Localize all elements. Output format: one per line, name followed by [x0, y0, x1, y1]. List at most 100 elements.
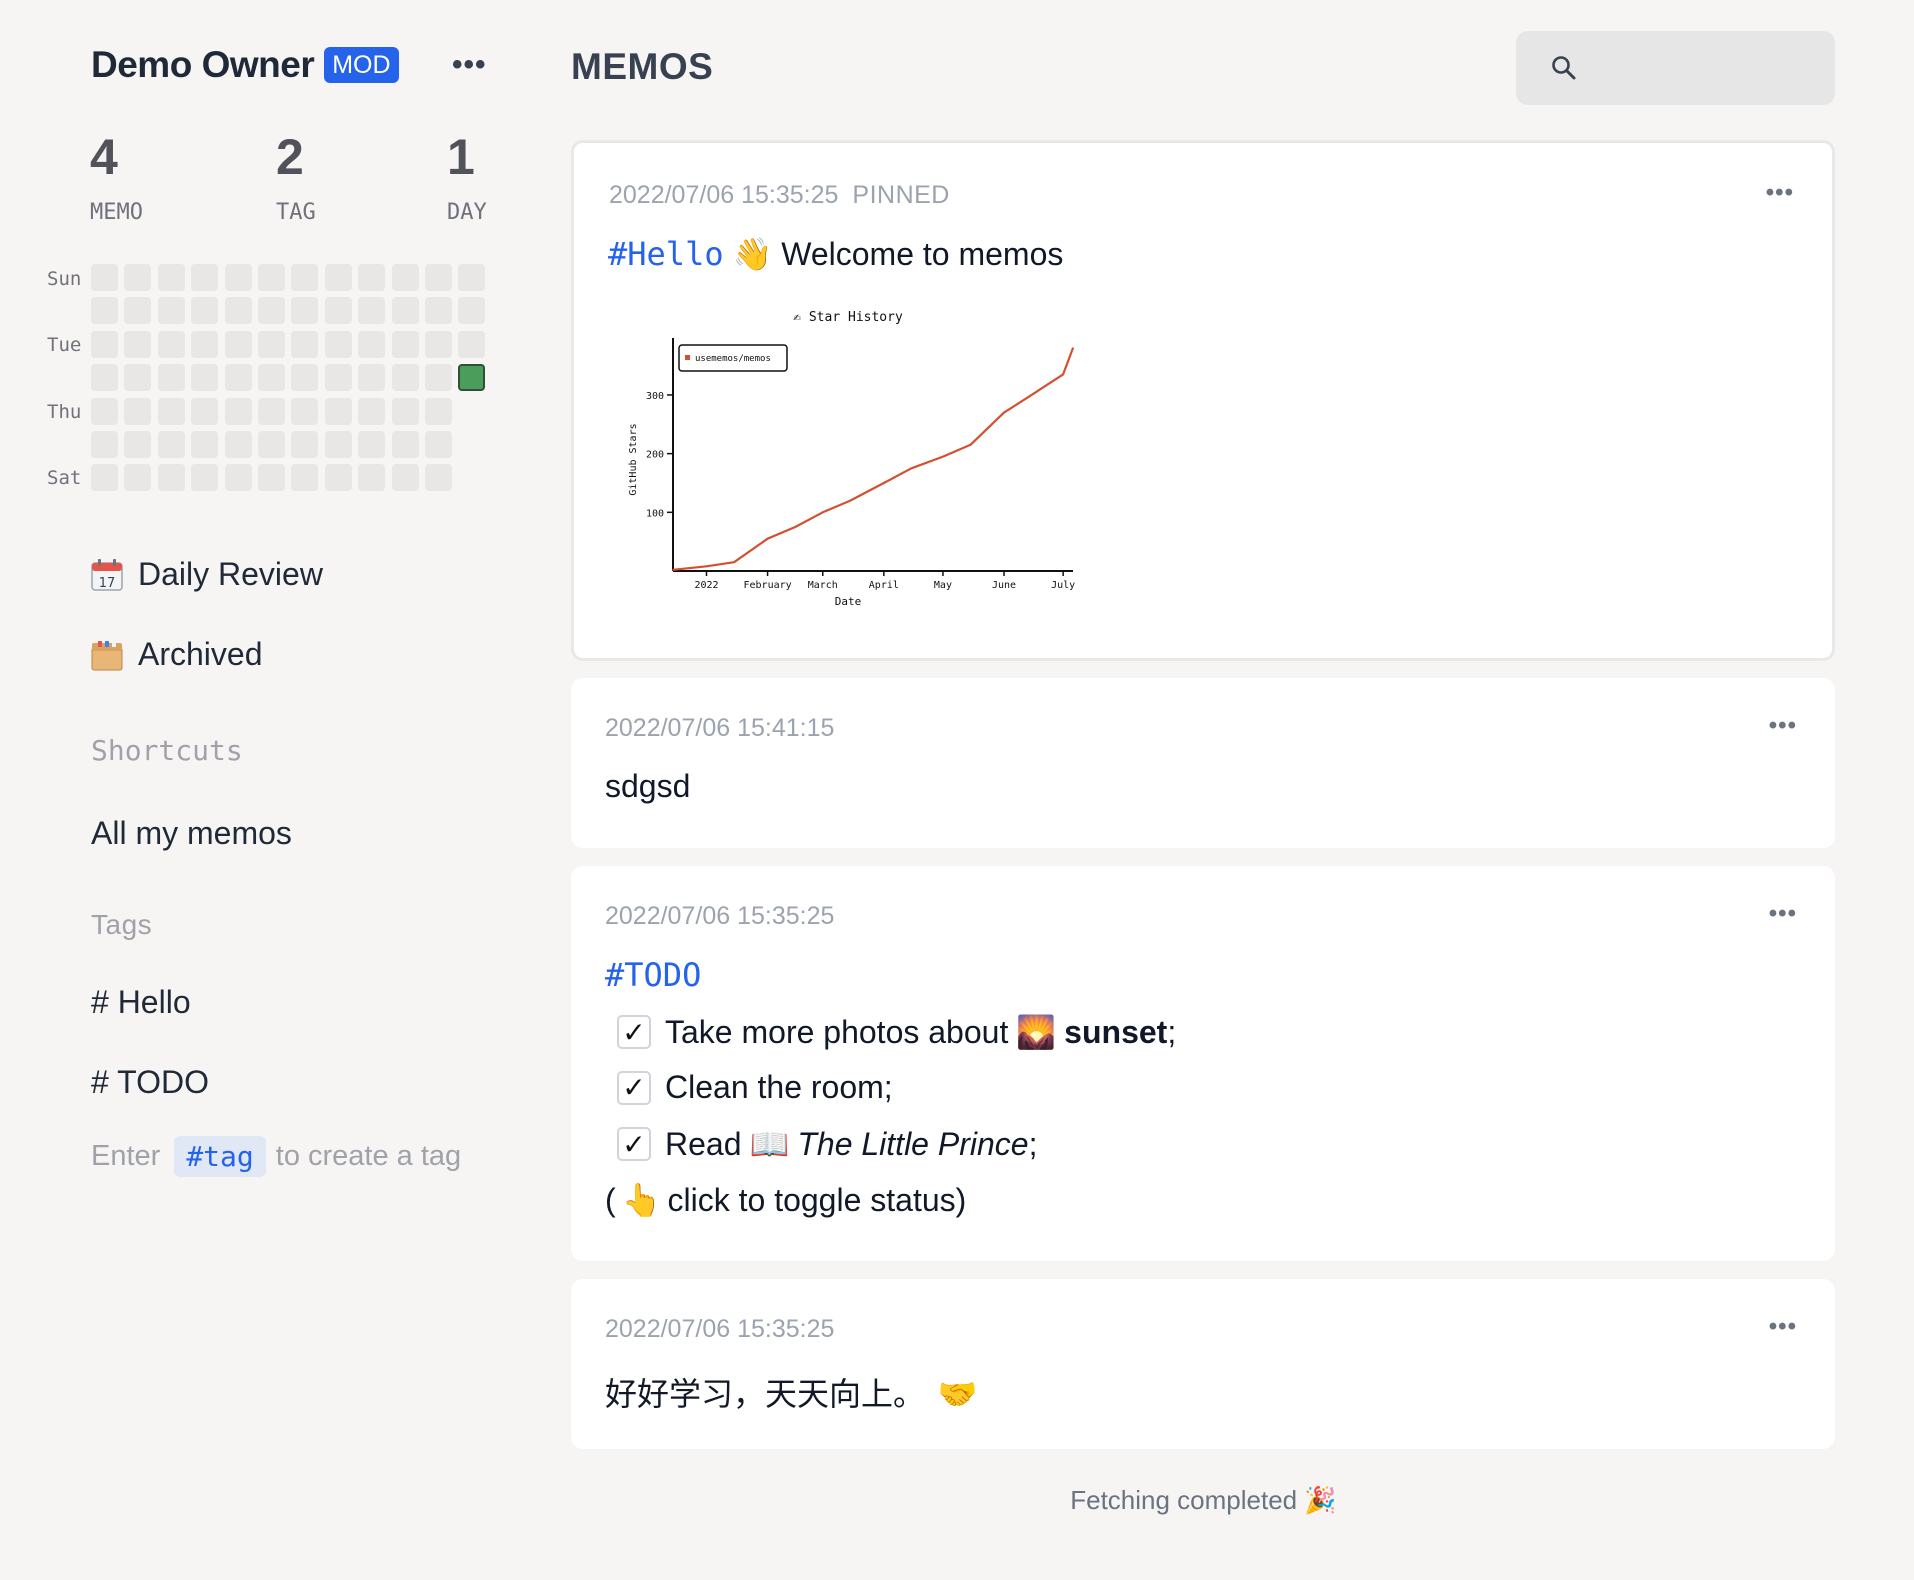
more-horizontal-icon[interactable]: ••• [452, 50, 487, 80]
heatmap-cell[interactable] [324, 431, 352, 458]
heatmap-cell[interactable] [258, 464, 285, 492]
todo-checkbox[interactable]: ✓ [617, 1070, 651, 1105]
heatmap-cell[interactable] [91, 297, 118, 325]
heatmap-cell[interactable] [191, 264, 219, 291]
memo-timestamp[interactable]: 2022/07/06 15:41:15 [605, 714, 834, 743]
heatmap-cell[interactable] [91, 431, 118, 458]
heatmap-cell[interactable] [258, 364, 285, 392]
heatmap-cell[interactable] [291, 397, 319, 425]
heatmap-cell[interactable] [425, 297, 452, 325]
heatmap-cell[interactable] [358, 397, 386, 425]
heatmap-cell[interactable] [91, 364, 118, 392]
heatmap-cell[interactable] [425, 431, 452, 458]
tag-item-hello[interactable]: # Hello [91, 984, 191, 1021]
heatmap-cell[interactable] [258, 264, 285, 291]
heatmap-cell[interactable] [324, 464, 352, 492]
heatmap-cell[interactable] [324, 264, 352, 291]
memo-timestamp[interactable]: 2022/07/06 15:35:25 [605, 1315, 834, 1344]
memo-card[interactable]: 2022/07/06 15:41:15 ••• sdgsd [571, 678, 1835, 848]
heatmap-cell[interactable] [324, 297, 352, 325]
heatmap-cell[interactable] [191, 330, 219, 358]
heatmap-cell[interactable] [358, 330, 386, 358]
memo-more-icon[interactable]: ••• [1769, 712, 1797, 740]
heatmap-cell[interactable] [91, 330, 118, 358]
heatmap-cell[interactable] [224, 364, 252, 392]
heatmap-cell[interactable] [124, 464, 152, 492]
heatmap-cell[interactable] [157, 397, 185, 425]
heatmap-cell[interactable] [91, 464, 118, 492]
heatmap-cell[interactable] [157, 264, 185, 291]
user-name[interactable]: Demo Owner [91, 44, 315, 86]
heatmap-cell[interactable] [91, 264, 118, 291]
memo-card[interactable]: 2022/07/06 15:35:25 ••• 好好学习，天天向上。 🤝 [571, 1279, 1835, 1449]
shortcut-all-my-memos[interactable]: All my memos [91, 815, 292, 852]
memo-hashtag[interactable]: #Hello [608, 235, 724, 273]
heatmap-cell[interactable] [291, 297, 319, 325]
heatmap-cell[interactable] [391, 431, 419, 458]
heatmap-cell[interactable] [358, 264, 386, 291]
heatmap-cell[interactable] [324, 364, 352, 392]
user-banner[interactable]: Demo Owner MOD [91, 44, 399, 86]
heatmap-cell[interactable] [124, 431, 152, 458]
memo-more-icon[interactable]: ••• [1769, 1313, 1797, 1341]
heatmap-cell[interactable] [425, 397, 452, 425]
heatmap-cell[interactable] [191, 297, 219, 325]
heatmap-cell[interactable] [425, 330, 452, 358]
heatmap-cell[interactable] [458, 364, 486, 392]
heatmap-cell[interactable] [291, 264, 319, 291]
heatmap-cell[interactable] [358, 364, 386, 392]
heatmap-cell[interactable] [258, 330, 285, 358]
tag-item-todo[interactable]: # TODO [91, 1064, 209, 1101]
heatmap-cell[interactable] [358, 431, 386, 458]
memo-more-icon[interactable]: ••• [1769, 900, 1797, 928]
heatmap-cell[interactable] [124, 297, 152, 325]
heatmap-cell[interactable] [458, 330, 486, 358]
search-bar[interactable] [1516, 31, 1914, 105]
heatmap-cell[interactable] [191, 464, 219, 492]
heatmap-cell[interactable] [458, 264, 486, 291]
memo-timestamp[interactable]: 2022/07/06 15:35:25 [609, 181, 838, 209]
heatmap-cell[interactable] [124, 264, 152, 291]
memo-hashtag[interactable]: #TODO [605, 956, 701, 994]
heatmap-cell[interactable] [124, 364, 152, 392]
heatmap-cell[interactable] [124, 397, 152, 425]
heatmap-cell[interactable] [391, 464, 419, 492]
heatmap-cell[interactable] [157, 431, 185, 458]
heatmap-cell[interactable] [157, 464, 185, 492]
heatmap-cell[interactable] [291, 431, 319, 458]
heatmap-cell[interactable] [124, 330, 152, 358]
heatmap-cell[interactable] [191, 431, 219, 458]
search-input[interactable] [1590, 51, 1914, 85]
heatmap-cell[interactable] [224, 464, 252, 492]
todo-checkbox[interactable]: ✓ [617, 1127, 651, 1161]
heatmap-cell[interactable] [157, 297, 185, 325]
heatmap-cell[interactable] [224, 264, 252, 291]
nav-daily-review[interactable]: 17 Daily Review [90, 556, 323, 593]
heatmap-cell[interactable] [391, 297, 419, 325]
star-history-chart[interactable]: ✍ Star History 100 200 300 2022 February March… [618, 298, 1078, 618]
heatmap-cell[interactable] [358, 297, 386, 325]
heatmap-cell[interactable] [291, 364, 319, 392]
heatmap-cell[interactable] [291, 464, 319, 492]
heatmap-cell[interactable] [458, 297, 486, 325]
heatmap-cell[interactable] [391, 364, 419, 392]
heatmap-cell[interactable] [258, 431, 285, 458]
heatmap-cell[interactable] [425, 464, 452, 492]
heatmap-cell[interactable] [425, 264, 452, 291]
memo-card[interactable]: 2022/07/06 15:35:25 ••• #TODO ✓ Take mor… [571, 866, 1835, 1261]
heatmap-cell[interactable] [224, 397, 252, 425]
heatmap-cell[interactable] [291, 330, 319, 358]
nav-archived[interactable]: Archived [90, 636, 263, 673]
heatmap-cell[interactable] [324, 397, 352, 425]
todo-checkbox[interactable]: ✓ [617, 1015, 651, 1049]
heatmap-cell[interactable] [258, 297, 285, 325]
heatmap-cell[interactable] [157, 364, 185, 392]
heatmap-cell[interactable] [91, 397, 118, 425]
memo-card-pinned[interactable]: 2022/07/06 15:35:25 PINNED ••• #Hello 👋 W… [571, 140, 1835, 661]
heatmap-cell[interactable] [191, 397, 219, 425]
heatmap-cell[interactable] [391, 264, 419, 291]
heatmap-cell[interactable] [224, 330, 252, 358]
heatmap-cell[interactable] [191, 364, 219, 392]
memo-more-icon[interactable]: ••• [1766, 179, 1794, 207]
heatmap-cell[interactable] [224, 297, 252, 325]
